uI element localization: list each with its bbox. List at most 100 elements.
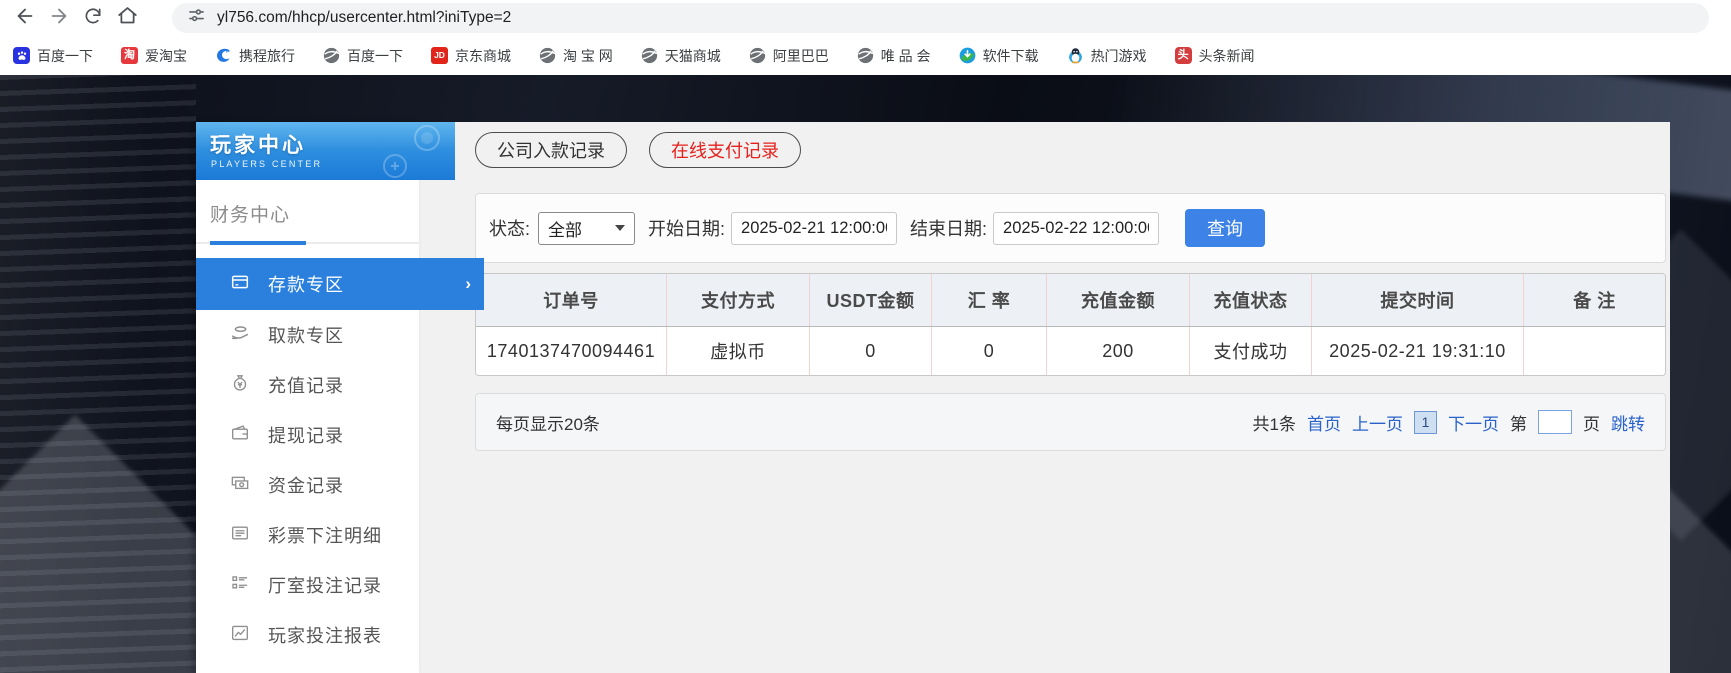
bookmark-vip[interactable]: 唯 品 会 <box>857 46 931 66</box>
sidebar-item-label: 存款专区 <box>268 275 344 295</box>
address-bar[interactable]: yl756.com/hhcp/usercenter.html?iniType=2 <box>172 3 1709 33</box>
money-bag-icon <box>231 374 249 397</box>
start-date-input[interactable] <box>731 211 898 245</box>
cell-usdt-amount: 0 <box>809 327 931 375</box>
sidebar-item-recharge-records[interactable]: 充值记录 <box>196 360 419 410</box>
bookmark-alibaba[interactable]: 阿里巴巴 <box>749 46 829 66</box>
webpage-background: 玩家中心 PLAYERS CENTER 财务中心 存款专区 › 取款专区 充值记… <box>0 75 1731 673</box>
sidebar-body: 财务中心 存款专区 › 取款专区 充值记录 提现记录 资金记录 彩票下注明细 厅… <box>196 122 484 673</box>
status-select-value: 全部 <box>548 220 583 240</box>
baidu-paw-icon <box>13 47 30 64</box>
bookmark-label: 携程旅行 <box>239 47 295 64</box>
sidebar-item-funds-records[interactable]: 资金记录 <box>196 460 419 510</box>
bookmark-taobao-site[interactable]: 淘 宝 网 <box>539 46 613 66</box>
back-button[interactable] <box>8 2 42 34</box>
bookmark-baidu[interactable]: 百度一下 <box>13 46 93 66</box>
wallet-icon <box>231 424 249 447</box>
sidebar-item-hall-bet-records[interactable]: 厅室投注记录 <box>196 560 419 610</box>
jump-link[interactable]: 跳转 <box>1611 410 1645 435</box>
cell-remark <box>1523 327 1665 375</box>
bookmark-software-download[interactable]: 软件下载 <box>959 46 1039 66</box>
bookmark-label: 热门游戏 <box>1090 47 1147 64</box>
url-text[interactable]: yl756.com/hhcp/usercenter.html?iniType=2 <box>217 9 511 27</box>
column-header-exchange-rate: 汇 率 <box>931 274 1046 326</box>
sidebar-item-withdrawal-records[interactable]: 提现记录 <box>196 410 419 460</box>
back-arrow-icon <box>14 5 36 32</box>
column-header-order-id: 订单号 <box>543 291 599 311</box>
sidebar-item-lottery-bet-details[interactable]: 彩票下注明细 <box>196 510 419 560</box>
bookmark-toutiao[interactable]: 头 头条新闻 <box>1174 46 1255 66</box>
sidebar-item-promo-application[interactable]: 优惠申请 <box>196 660 419 673</box>
end-date-input[interactable] <box>993 211 1160 245</box>
bookmark-ctrip[interactable]: 携程旅行 <box>215 46 295 66</box>
column-header-submit-time: 提交时间 <box>1311 274 1523 326</box>
record-tabs: 公司入款记录 在线支付记录 <box>475 132 1670 168</box>
sidebar-menu: 存款专区 › 取款专区 充值记录 提现记录 资金记录 彩票下注明细 厅室投注记录… <box>196 258 484 673</box>
penguin-icon <box>1067 47 1084 64</box>
first-page-link[interactable]: 首页 <box>1307 410 1341 435</box>
sidebar-item-player-bet-report[interactable]: 玩家投注报表 <box>196 610 419 660</box>
jump-suffix-text: 页 <box>1583 414 1600 434</box>
cell-exchange-rate: 0 <box>931 327 1046 375</box>
bookmarks-bar: 百度一下 淘 爱淘宝 携程旅行 百度一下 JD 京东商城 淘 宝 网 天猫商城 … <box>0 36 1731 75</box>
bookmark-label: 爱淘宝 <box>145 47 187 64</box>
globe-icon <box>749 47 766 64</box>
site-settings-icon[interactable] <box>188 7 205 29</box>
current-page-indicator[interactable]: 1 <box>1414 410 1437 434</box>
reload-button[interactable] <box>76 2 110 34</box>
jump-prefix-text: 第 <box>1510 414 1527 434</box>
sidebar-item-withdraw-zone[interactable]: 取款专区 <box>196 310 419 360</box>
deposit-card-icon <box>231 273 249 296</box>
finance-center-heading: 财务中心 <box>210 205 291 226</box>
gamepad-icon <box>365 124 451 180</box>
globe-icon <box>641 47 658 64</box>
column-header-recharge-status: 充值状态 <box>1189 274 1311 326</box>
sidebar-item-label: 提现记录 <box>268 426 344 446</box>
status-select[interactable]: 全部 <box>538 211 636 245</box>
ctrip-dolphin-icon <box>215 47 232 64</box>
browser-toolbar: yl756.com/hhcp/usercenter.html?iniType=2 <box>0 0 1731 36</box>
bookmark-hot-games[interactable]: 热门游戏 <box>1067 46 1147 66</box>
prev-page-link[interactable]: 上一页 <box>1352 410 1403 435</box>
bookmark-label: 京东商城 <box>455 47 511 64</box>
bookmark-label: 百度一下 <box>37 47 93 64</box>
bookmark-label: 淘 宝 网 <box>563 47 613 64</box>
page-number-input[interactable] <box>1538 410 1572 434</box>
sidebar-item-deposit-zone[interactable]: 存款专区 › <box>196 258 484 310</box>
forward-button[interactable] <box>42 2 76 34</box>
tab-company-deposit-records[interactable]: 公司入款记录 <box>475 132 627 168</box>
cell-recharge-status: 支付成功 <box>1189 327 1311 375</box>
total-count-text: 共1条 <box>1252 414 1296 434</box>
column-header-usdt-amount: USDT金额 <box>809 274 931 326</box>
pagination-controls: 共1条 首页 上一页 1 下一页 第 页 跳转 <box>1253 410 1645 435</box>
tab-online-payment-records[interactable]: 在线支付记录 <box>649 132 801 168</box>
search-button[interactable]: 查询 <box>1185 209 1266 247</box>
bookmark-tmall[interactable]: 天猫商城 <box>641 46 721 66</box>
column-header-payment-method: 支付方式 <box>666 274 809 326</box>
cell-recharge-amount: 200 <box>1046 327 1189 375</box>
bookmark-aitaobao[interactable]: 淘 爱淘宝 <box>121 46 187 66</box>
next-page-link[interactable]: 下一页 <box>1448 410 1499 435</box>
bookmark-jd[interactable]: JD 京东商城 <box>431 46 511 66</box>
pagination-bar: 每页显示20条 共1条 首页 上一页 1 下一页 第 页 跳转 <box>475 393 1666 451</box>
sidebar-item-label: 厅室投注记录 <box>268 576 382 596</box>
hand-coins-icon <box>231 324 249 347</box>
section-divider <box>196 241 419 245</box>
banknotes-icon <box>231 474 249 497</box>
home-button[interactable] <box>110 2 144 34</box>
page-size-text: 每页显示20条 <box>496 414 600 434</box>
browser-window: yl756.com/hhcp/usercenter.html?iniType=2… <box>0 0 1731 673</box>
cell-payment-method: 虚拟币 <box>666 327 809 375</box>
jd-icon: JD <box>431 47 448 64</box>
sidebar-item-label: 玩家投注报表 <box>268 626 382 646</box>
bookmark-label: 唯 品 会 <box>880 47 931 64</box>
column-header-remark: 备 注 <box>1523 274 1665 326</box>
main-content: 公司入款记录 在线支付记录 状态: 全部 开始日期: 结束日期: 查询 <box>419 122 1670 673</box>
sidebar-item-label: 彩票下注明细 <box>268 526 382 546</box>
download-icon <box>959 47 976 64</box>
bookmark-baidu2[interactable]: 百度一下 <box>323 46 403 66</box>
bookmark-label: 天猫商城 <box>664 47 721 64</box>
content-layout: 玩家中心 PLAYERS CENTER 财务中心 存款专区 › 取款专区 充值记… <box>196 122 1670 673</box>
chevron-right-icon: › <box>465 274 472 293</box>
chevron-down-icon <box>615 225 626 231</box>
